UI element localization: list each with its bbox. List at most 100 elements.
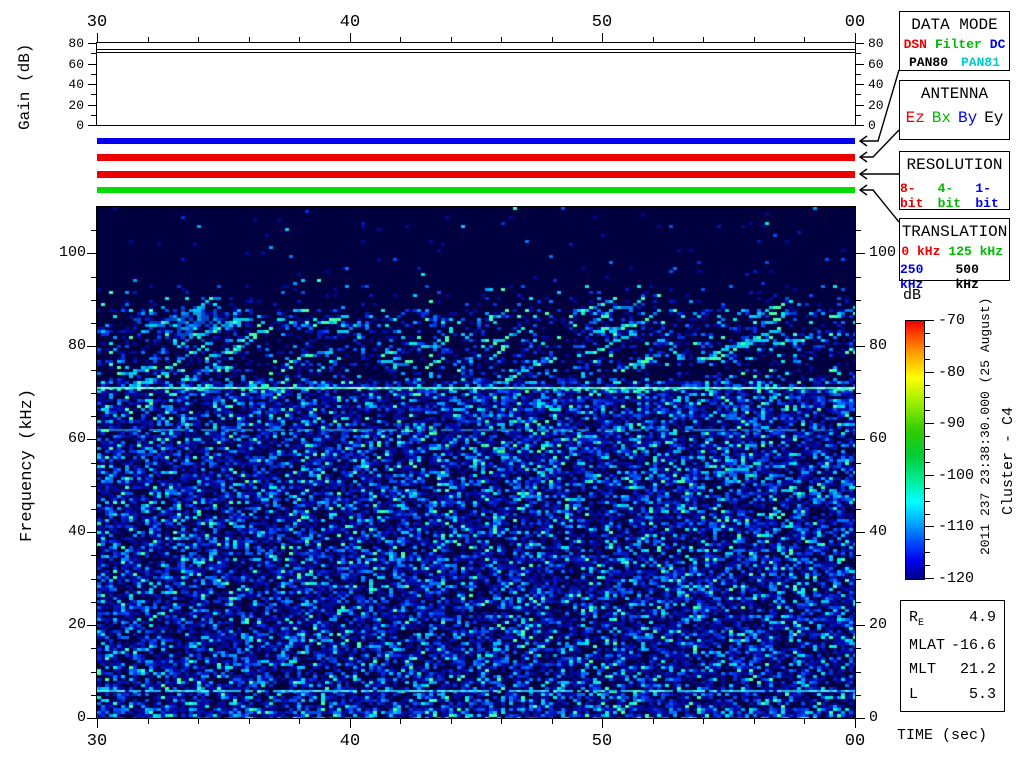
freq-tick-label-left: 80	[67, 337, 86, 354]
colorbar-minor-tick	[925, 436, 930, 437]
gain-minor-tick-right	[856, 94, 861, 95]
time-minor-tick-top	[198, 37, 199, 42]
time-major-tick-bottom	[97, 719, 98, 728]
ephemeris-value: 4.9	[968, 608, 996, 626]
gain-minor-tick-left	[91, 53, 96, 54]
freq-minor-tick-right	[856, 277, 861, 278]
spacecraft-label: Cluster - C4	[1000, 406, 1017, 515]
time-minor-tick-bottom	[552, 719, 553, 724]
freq-major-tick-right	[856, 532, 865, 533]
gain-tick-label-right: 40	[868, 77, 884, 92]
freq-minor-tick-right	[856, 370, 861, 371]
time-major-tick-bottom	[350, 719, 351, 728]
resolution-bar	[97, 171, 855, 178]
colorbar-major-tick	[925, 475, 934, 476]
colorbar-minor-tick	[925, 565, 930, 566]
freq-minor-tick-right	[856, 509, 861, 510]
time-minor-tick-bottom	[249, 719, 250, 724]
freq-major-tick-right	[856, 625, 865, 626]
freq-major-tick-left	[87, 346, 96, 347]
frequency-axis-title: Frequency (kHz)	[18, 388, 37, 542]
colorbar-tick-label: -100	[938, 467, 975, 484]
colorbar-minor-tick	[925, 333, 930, 334]
ephemeris-row-mlat: MLAT -16.6	[909, 637, 996, 654]
freq-tick-label-right: 20	[869, 616, 888, 633]
time-minor-tick-bottom	[299, 719, 300, 724]
freq-minor-tick-left	[91, 300, 96, 301]
freq-minor-tick-left	[91, 672, 96, 673]
freq-minor-tick-right	[856, 486, 861, 487]
ephemeris-value: 5.3	[968, 686, 996, 704]
option-bx: Bx	[931, 109, 951, 127]
time-major-tick-top	[97, 33, 98, 42]
time-major-tick-top	[350, 33, 351, 42]
colorbar-tick-label: -80	[938, 364, 966, 381]
spectrogram-canvas	[97, 207, 855, 718]
time-minor-tick-top	[299, 37, 300, 42]
colorbar-unit-label: dB	[903, 287, 922, 304]
data-mode-options: DSN Filter DC	[900, 37, 1009, 52]
freq-minor-tick-left	[91, 393, 96, 394]
freq-tick-label-right: 80	[869, 337, 888, 354]
ephemeris-label: MLAT	[909, 636, 946, 654]
option-pan80: PAN80	[909, 55, 949, 70]
colorbar-minor-tick	[925, 346, 930, 347]
freq-minor-tick-right	[856, 695, 861, 696]
gain-major-tick-left	[88, 64, 96, 65]
gain-trace	[97, 52, 855, 53]
colorbar-minor-tick	[925, 539, 930, 540]
freq-minor-tick-left	[91, 277, 96, 278]
freq-major-tick-right	[856, 346, 865, 347]
option-4bit: 4-bit	[937, 181, 962, 211]
gain-major-tick-left	[88, 105, 96, 106]
colorbar-major-tick	[925, 320, 934, 321]
freq-minor-tick-right	[856, 323, 861, 324]
ephemeris-panel: RE 4.9 MLAT -16.6 MLT 21.2 L 5.3	[900, 600, 1005, 712]
time-minor-tick-top	[148, 37, 149, 42]
colorbar-minor-tick	[925, 488, 930, 489]
antenna-panel: ANTENNA Ez Bx By Ey	[899, 80, 1010, 140]
time-minor-tick-top	[501, 37, 502, 42]
time-minor-tick-top	[703, 37, 704, 42]
resolution-title: RESOLUTION	[906, 156, 1003, 174]
ephemeris-label: MLT	[909, 661, 937, 679]
freq-tick-label-left: 20	[67, 616, 86, 633]
freq-tick-label-right: 0	[869, 709, 879, 726]
option-by: By	[958, 109, 978, 127]
time-minor-tick-top	[804, 37, 805, 42]
translation-options-row1: 0 kHz 125 kHz	[900, 244, 1009, 259]
gain-tick-label-right: 80	[868, 36, 884, 51]
gain-tick-label-right: 0	[868, 118, 876, 133]
freq-minor-tick-left	[91, 370, 96, 371]
data-mode-pan-options: PAN80 PAN81	[900, 55, 1009, 70]
time-major-tick-bottom	[855, 719, 856, 728]
time-tick-label-top: 40	[339, 13, 361, 32]
freq-minor-tick-left	[91, 695, 96, 696]
option-500khz: 500 kHz	[955, 262, 979, 292]
time-minor-tick-bottom	[653, 719, 654, 724]
colorbar	[905, 320, 925, 580]
freq-minor-tick-left	[91, 579, 96, 580]
freq-minor-tick-right	[856, 393, 861, 394]
freq-minor-tick-left	[91, 416, 96, 417]
time-tick-label-bottom: 40	[339, 732, 361, 751]
time-minor-tick-top	[754, 37, 755, 42]
freq-tick-label-left: 100	[58, 244, 86, 261]
freq-minor-tick-right	[856, 579, 861, 580]
gain-tick-label-left: 80	[68, 36, 84, 51]
time-major-tick-top	[855, 33, 856, 42]
data-mode-bar	[97, 138, 855, 144]
gain-tick-label-right: 60	[868, 57, 884, 72]
gain-major-tick-right	[856, 64, 864, 65]
freq-minor-tick-left	[91, 463, 96, 464]
time-minor-tick-bottom	[198, 719, 199, 724]
time-minor-tick-bottom	[703, 719, 704, 724]
colorbar-minor-tick	[925, 397, 930, 398]
time-minor-tick-bottom	[754, 719, 755, 724]
gain-minor-tick-right	[856, 115, 861, 116]
colorbar-minor-tick	[925, 552, 930, 553]
freq-major-tick-left	[87, 439, 96, 440]
freq-minor-tick-left	[91, 602, 96, 603]
gain-plot-box	[96, 42, 856, 126]
time-minor-tick-bottom	[804, 719, 805, 724]
